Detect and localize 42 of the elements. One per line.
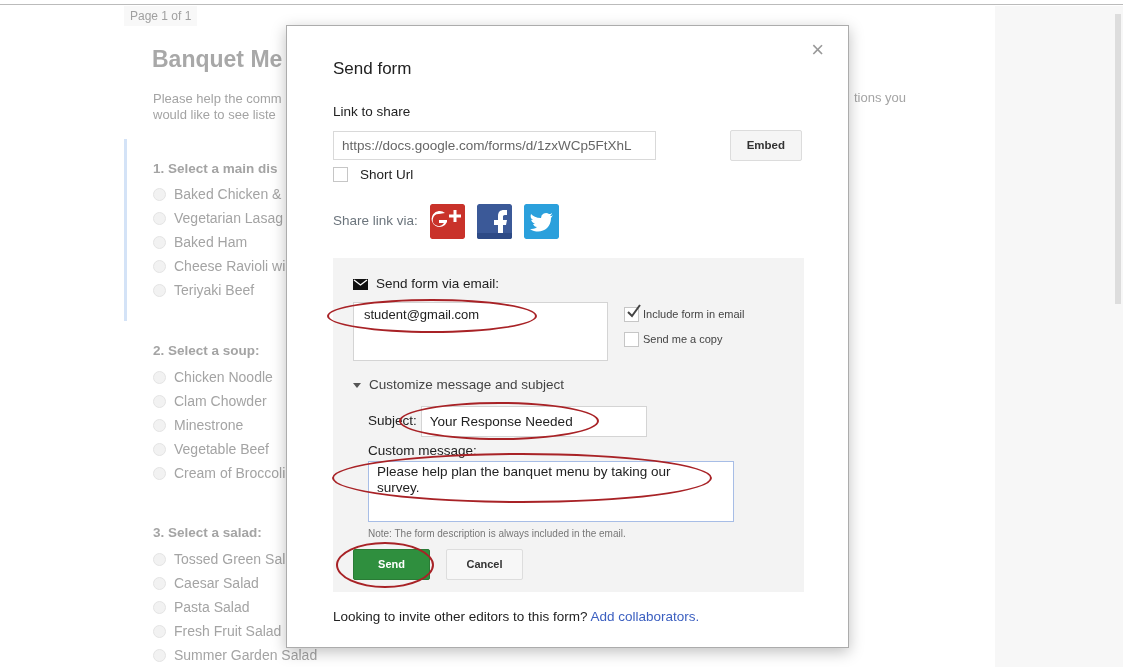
option-label: Summer Garden Salad (174, 645, 318, 665)
send-button[interactable]: Send (353, 548, 430, 580)
invite-text: Looking to invite other editors to this form? (333, 608, 588, 624)
option-label: Tossed Green Sal (174, 549, 286, 569)
add-collaborators-link[interactable]: Add collaborators. (590, 608, 700, 624)
customize-toggle[interactable]: Customize message and subject (369, 375, 565, 396)
option-label: Chicken Noodle (174, 367, 273, 387)
recipients-field[interactable]: student@gmail.com (353, 302, 608, 362)
checkbox-label: Send me a copy (643, 331, 723, 347)
form-description: would like to see liste (153, 106, 276, 123)
option-label: Clam Chowder (174, 391, 267, 411)
option-label: Vegetable Beef (174, 439, 269, 459)
form-description: tions you (854, 89, 907, 107)
form-title: Banquet Me (152, 45, 283, 74)
page-indicator: Page 1 of 1 (124, 6, 198, 26)
question-title: 2. Select a soup: (153, 341, 260, 360)
option-label: Baked Ham (174, 233, 248, 253)
share-label: Share link via: (333, 212, 418, 231)
embed-button[interactable]: Embed (729, 129, 802, 161)
option-label: Cheese Ravioli wi (174, 257, 286, 277)
question-title: 1. Select a main dis (153, 159, 278, 178)
subject-field[interactable]: Your Response Needed (420, 405, 647, 437)
question-title: 3. Select a salad: (153, 524, 262, 542)
cancel-button[interactable]: Cancel (446, 548, 523, 580)
checkbox-label: Short Url (360, 165, 414, 184)
checkbox-label: Include form in email (643, 307, 745, 323)
message-label: Custom message: (368, 441, 478, 460)
option-label: Caesar Salad (174, 573, 259, 593)
link-label: Link to share (333, 102, 412, 121)
option-label: Cream of Broccoli (174, 463, 286, 483)
dialog-title: Send form (333, 58, 413, 80)
option-label: Baked Chicken & (174, 185, 282, 205)
note-text: Note: The form description is always included in the email. (368, 526, 627, 541)
option-label: Minestrone (174, 415, 244, 435)
email-heading: Send form via email: (376, 275, 500, 293)
option-label: Teriyaki Beef (174, 281, 255, 301)
option-label: Pasta Salad (174, 597, 250, 617)
link-field[interactable]: https://docs.google.com/forms/d/1zxWCp5FtXhL (333, 130, 656, 160)
option-label: Vegetarian Lasag (174, 209, 283, 229)
option-label: Fresh Fruit Salad (174, 621, 282, 641)
message-field[interactable]: Please help plan the banquet menu by taking our survey. (368, 460, 734, 522)
form-description: Please help the comm (153, 90, 282, 107)
